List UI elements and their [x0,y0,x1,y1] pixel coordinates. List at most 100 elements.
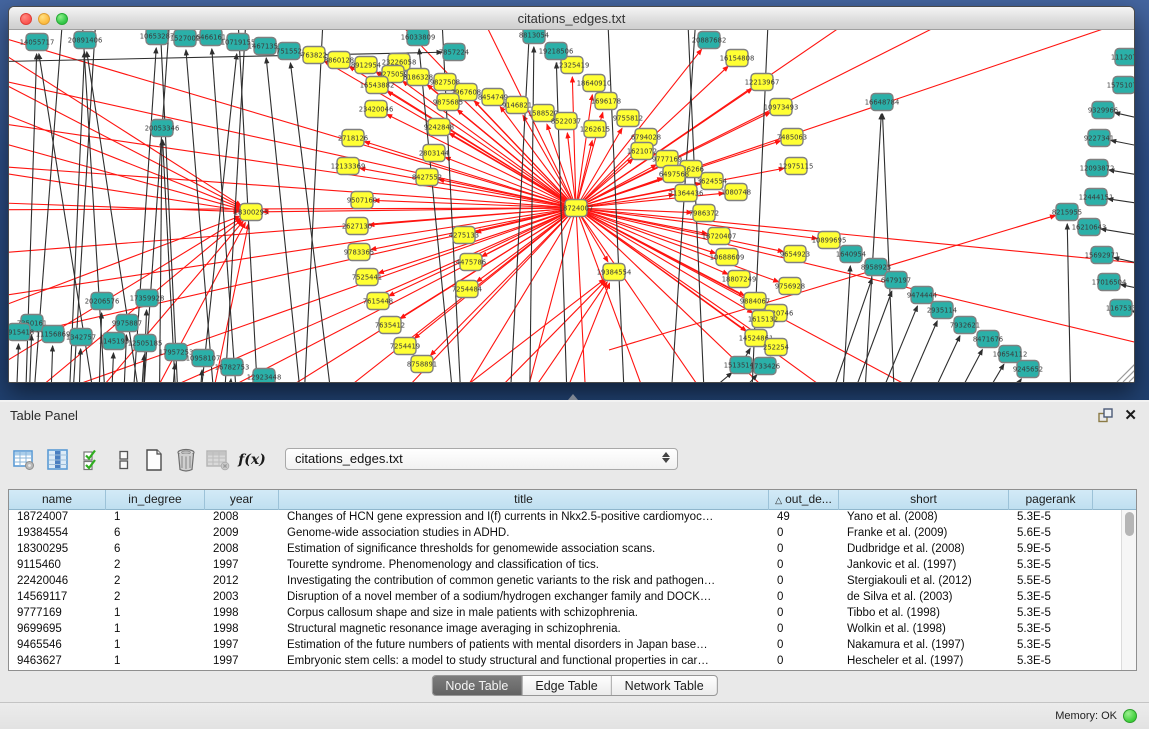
table-row[interactable]: 1830029562008Estimation of significance … [9,542,1121,558]
graph-node[interactable]: 12975115 [779,158,814,175]
graph-node[interactable]: 1640954 [836,246,866,263]
graph-node[interactable]: 9875685 [433,94,463,111]
table-row[interactable]: 1456911722003Disruption of a novel membe… [9,590,1121,606]
graph-node[interactable]: 1615132 [748,311,778,328]
graph-node[interactable]: 3915418 [9,324,34,341]
graph-node[interactable]: 7857224 [439,44,469,61]
column-header-year[interactable]: year [205,490,279,510]
graph-node[interactable]: 10688609 [710,249,745,266]
graph-node[interactable]: 12505185 [128,335,163,352]
graph-node[interactable]: 16210643 [1072,219,1107,236]
graph-node[interactable]: 7932621 [950,317,980,334]
table-row[interactable]: 946362711997Embryonic stem cells: a mode… [9,654,1121,670]
graph-node[interactable]: 4475786 [456,254,486,271]
resize-grip[interactable] [1117,364,1134,382]
graph-node[interactable]: 7615448 [363,293,393,310]
graph-node[interactable]: 8427552 [412,169,442,186]
graph-node[interactable]: 2803144 [419,145,449,162]
graph-node[interactable]: 17359928 [130,290,165,307]
checkboxes-icon[interactable] [78,446,106,474]
graph-node[interactable]: 9242848 [424,119,454,136]
graph-node[interactable]: 7525441 [352,269,382,286]
graph-node[interactable]: 2718126 [338,130,368,147]
graph-node[interactable]: 1080748 [721,184,751,201]
table-scrollbar[interactable] [1121,510,1136,670]
graph-node[interactable]: 12444151 [1079,189,1114,206]
function-icon[interactable]: f(x) [238,446,266,474]
graph-node[interactable]: 8912954 [351,57,381,74]
column-header-short[interactable]: short [839,490,1009,510]
graph-node[interactable]: 9756928 [775,278,805,295]
graph-node[interactable]: 8813054 [519,30,549,44]
graph-node[interactable]: 8215955 [1052,204,1082,221]
graph-node[interactable]: 7635412 [375,317,405,334]
graph-node[interactable]: 8471676 [973,331,1003,348]
graph-node[interactable]: 15751074 [1107,77,1134,94]
graph-node[interactable]: 7986372 [689,205,719,222]
table-row[interactable]: 1872400712008Changes of HCN gene express… [9,510,1121,526]
network-graph[interactable]: 1872400776382288601288912954232260589275… [9,30,1134,383]
graph-node[interactable]: 9654923 [780,246,810,263]
graph-node[interactable]: 9507160 [347,192,377,209]
float-window-icon[interactable] [1098,408,1113,423]
graph-node[interactable]: 1696178 [591,93,621,110]
table-row[interactable]: 969969511998Structural magnetic resonanc… [9,622,1121,638]
new-document-icon[interactable] [140,446,168,474]
graph-node[interactable]: 6497568 [659,166,689,183]
graph-node[interactable]: 20053346 [145,120,180,137]
graph-node[interactable]: 751552 [276,43,302,60]
graph-node[interactable]: 9245652 [1013,361,1043,378]
table-row[interactable]: 2242004622012Investigating the contribut… [9,574,1121,590]
graph-node[interactable]: 18807249 [722,271,757,288]
graph-node[interactable]: 9329966 [1088,102,1118,119]
rows-icon[interactable] [110,446,138,474]
graph-node[interactable]: 12923448 [247,369,282,384]
tab-network-table[interactable]: Network Table [612,676,717,695]
trash-icon[interactable] [172,446,200,474]
close-panel-icon[interactable]: ✕ [1124,406,1137,424]
graph-node[interactable]: 7485063 [777,129,807,146]
graph-node[interactable]: 9227341 [1084,130,1114,147]
graph-node[interactable]: 21364436 [669,185,704,202]
graph-node[interactable]: 1167533 [1106,300,1134,317]
graph-node[interactable]: 12213967 [745,74,780,91]
table-settings-icon[interactable] [10,446,38,474]
column-select-icon[interactable] [44,446,72,474]
graph-node[interactable]: 8522037 [551,113,581,130]
graph-node[interactable]: 1733426 [750,358,780,375]
graph-node[interactable]: 3624554 [697,173,727,190]
graph-node[interactable]: 7254419 [390,338,420,355]
graph-node[interactable]: 12093872 [1080,160,1115,177]
graph-node[interactable]: 9755812 [613,110,643,127]
table-selector-dropdown[interactable]: citations_edges.txt [285,448,678,470]
graph-node[interactable]: 252254 [763,339,789,356]
graph-node[interactable]: 9474444 [907,287,937,304]
graph-node[interactable]: 2627130 [342,218,372,235]
network-canvas[interactable]: 1872400776382288601288912954232260589275… [9,30,1134,383]
graph-node[interactable]: 18720407 [702,228,737,245]
graph-node[interactable]: 1342757 [66,329,96,346]
column-header-name[interactable]: name [9,490,106,510]
graph-node[interactable]: 1112077 [1111,49,1134,66]
column-header-out-degree[interactable]: △out_de... [769,490,839,510]
graph-node[interactable]: 9783365 [344,244,374,261]
graph-node[interactable]: 14055717 [20,34,55,51]
table-row[interactable]: 946554611997Estimation of the future num… [9,638,1121,654]
tab-node-table[interactable]: Node Table [432,676,522,695]
column-header-pagerank[interactable]: pagerank [1009,490,1093,510]
network-window[interactable]: citations_edges.txt 18724007763822886012… [8,6,1135,383]
attribute-table[interactable]: name in_degree year title △out_de... sho… [8,489,1137,671]
graph-node[interactable]: 8758891 [407,356,437,373]
table-row[interactable]: 911546021997Tourette syndrome. Phenomeno… [9,558,1121,574]
graph-node[interactable]: 16154808 [720,50,755,67]
graph-node[interactable]: 20891406 [68,32,103,49]
window-titlebar[interactable]: citations_edges.txt [9,7,1134,30]
graph-node[interactable]: 20887682 [692,32,727,49]
memory-status-indicator[interactable] [1123,709,1137,723]
graph-node[interactable]: 9975887 [112,315,142,332]
table-row[interactable]: 1938455462009Genome-wide association stu… [9,526,1121,542]
graph-node[interactable]: 1262615 [580,121,610,138]
graph-node[interactable]: 4275133 [449,227,479,244]
graph-node[interactable]: 6479197 [881,272,911,289]
graph-node[interactable]: 7254484 [452,281,482,298]
